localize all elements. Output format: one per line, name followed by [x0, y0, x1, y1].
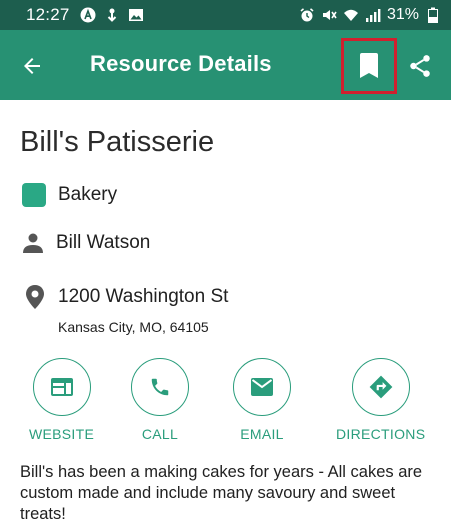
- download-icon: [104, 7, 120, 23]
- directions-label: DIRECTIONS: [336, 426, 426, 442]
- web-browser-icon: [50, 378, 73, 396]
- battery-percent: 31%: [386, 6, 419, 23]
- back-button[interactable]: [16, 50, 48, 82]
- image-icon: [128, 7, 144, 23]
- email-circle[interactable]: [233, 358, 291, 416]
- directions-action[interactable]: DIRECTIONS: [336, 358, 425, 442]
- call-label: CALL: [141, 426, 179, 442]
- page-title: Resource Details: [90, 51, 272, 76]
- address-line-2: Kansas City, MO, 64105: [58, 319, 209, 335]
- alarm-icon: [299, 7, 315, 23]
- category-color-icon: [22, 183, 46, 207]
- directions-icon: [369, 375, 393, 399]
- website-label: WEBSITE: [29, 426, 95, 442]
- bookmark-icon: [360, 53, 378, 78]
- a-circle-icon: [80, 7, 96, 23]
- battery-icon: [425, 7, 441, 23]
- status-left-icons: [80, 7, 144, 23]
- arrow-left-icon: [24, 58, 40, 74]
- contact-row: Bill Watson: [20, 230, 150, 256]
- app-bar: Resource Details: [0, 30, 451, 100]
- status-right: 31%: [299, 6, 441, 24]
- call-action[interactable]: CALL: [131, 358, 189, 442]
- status-bar: 12:27 31%: [0, 0, 451, 30]
- call-circle[interactable]: [131, 358, 189, 416]
- website-circle[interactable]: [32, 358, 91, 416]
- category-label: Bakery: [58, 184, 118, 205]
- phone-icon: [151, 378, 169, 396]
- mute-icon: [321, 7, 337, 23]
- share-icon: [410, 55, 430, 77]
- website-action[interactable]: WEBSITE: [29, 358, 94, 442]
- address-row: 1200 Washington St: [22, 284, 228, 310]
- email-action[interactable]: EMAIL: [233, 358, 291, 442]
- wifi-icon: [343, 7, 359, 23]
- address-line-1: 1200 Washington St: [58, 286, 229, 307]
- signal-icon: [365, 7, 381, 23]
- share-button[interactable]: [402, 48, 438, 84]
- bookmark-button[interactable]: [341, 38, 397, 94]
- location-pin-icon: [22, 284, 48, 310]
- contact-name: Bill Watson: [56, 232, 151, 253]
- directions-circle[interactable]: [351, 358, 410, 416]
- email-label: EMAIL: [240, 426, 284, 442]
- resource-description: Bill's has been a making cakes for years…: [20, 463, 423, 523]
- envelope-icon: [251, 378, 273, 396]
- person-icon: [20, 230, 46, 256]
- category-row: Bakery: [22, 183, 117, 207]
- status-time: 12:27: [26, 5, 70, 24]
- resource-name: Bill's Patisserie: [20, 126, 215, 158]
